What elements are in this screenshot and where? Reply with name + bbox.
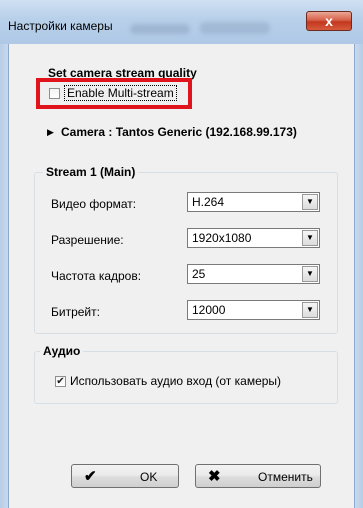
checkmark-icon: ✔ bbox=[84, 468, 97, 485]
cancel-button[interactable]: ✖ Отменить bbox=[195, 464, 321, 488]
window-title: Настройки камеры bbox=[8, 19, 113, 33]
cancel-button-label: Отменить bbox=[258, 470, 313, 484]
resolution-select[interactable]: 1920x1080 ▼ bbox=[187, 228, 320, 248]
bitrate-label: Битрейт: bbox=[51, 305, 100, 319]
blurred-background bbox=[130, 24, 190, 34]
blurred-background bbox=[200, 22, 270, 34]
resolution-value: 1920x1080 bbox=[192, 231, 252, 245]
use-audio-checkbox[interactable]: ✔ bbox=[55, 376, 66, 387]
chevron-down-icon[interactable]: ▼ bbox=[302, 230, 318, 246]
camera-settings-window: Настройки камеры x Set camera stream qua… bbox=[0, 0, 363, 508]
close-icon: x bbox=[325, 13, 333, 29]
framerate-label: Частота кадров: bbox=[51, 269, 142, 283]
framerate-select[interactable]: 25 ▼ bbox=[187, 264, 320, 284]
chevron-down-icon[interactable]: ▼ bbox=[302, 194, 318, 210]
audio-legend: Аудио bbox=[40, 344, 84, 358]
window-frame-left bbox=[0, 44, 8, 508]
expand-arrow-icon[interactable]: ▶ bbox=[47, 127, 54, 138]
resolution-label: Разрешение: bbox=[51, 233, 124, 247]
window-frame-right bbox=[355, 44, 363, 508]
use-audio-label[interactable]: Использовать аудио вход (от камеры) bbox=[70, 374, 281, 388]
ok-button[interactable]: ✔ OK bbox=[71, 464, 179, 488]
chevron-down-icon[interactable]: ▼ bbox=[302, 302, 318, 318]
video-format-value: H.264 bbox=[192, 195, 225, 209]
ok-button-label: OK bbox=[140, 470, 158, 484]
framerate-value: 25 bbox=[192, 267, 206, 281]
bitrate-value: 12000 bbox=[192, 303, 226, 317]
video-format-select[interactable]: H.264 ▼ bbox=[187, 192, 320, 212]
checkmark-icon: ✔ bbox=[56, 376, 65, 387]
camera-label[interactable]: Camera : Tantos Generic (192.168.99.173) bbox=[61, 125, 297, 139]
stream1-legend: Stream 1 (Main) bbox=[43, 165, 139, 179]
highlight-annotation bbox=[36, 78, 192, 109]
chevron-down-icon[interactable]: ▼ bbox=[302, 266, 318, 282]
dialog-body: Set camera stream quality Enable Multi-s… bbox=[8, 44, 355, 508]
video-format-label: Видео формат: bbox=[51, 197, 137, 211]
close-button[interactable]: x bbox=[306, 11, 352, 31]
cross-icon: ✖ bbox=[208, 468, 221, 485]
bitrate-select[interactable]: 12000 ▼ bbox=[187, 300, 320, 320]
title-bar[interactable]: Настройки камеры x bbox=[0, 0, 363, 44]
